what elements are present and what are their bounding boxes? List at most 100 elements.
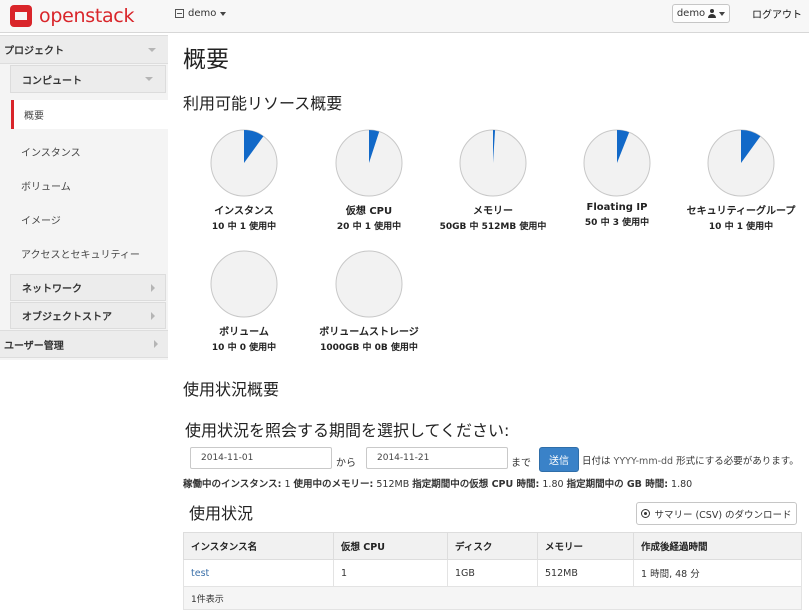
- pie-subtitle: 50GB 中 512MB 使用中: [439, 222, 547, 232]
- sidebar: プロジェクト コンピュート 概要 インスタンス ボリューム イメージ アクセスと…: [0, 35, 168, 360]
- chevron-down-icon: [145, 77, 153, 81]
- cpu-hours-label: 指定期間中の仮想 CPU 時間:: [412, 479, 540, 490]
- sidebar-network-label: ネットワーク: [22, 284, 82, 295]
- logout-link[interactable]: ログアウト: [752, 6, 802, 21]
- table-cell: 1 時間, 48 分: [633, 559, 802, 587]
- limits-heading: 利用可能リソース概要: [183, 94, 343, 113]
- table-footer-row: 1件表示: [183, 586, 802, 610]
- column-header[interactable]: メモリー: [537, 532, 634, 560]
- pie-title: ボリュームストレージ: [319, 327, 419, 338]
- hint-prefix: 日付は: [582, 456, 611, 467]
- pie-title: メモリー: [473, 206, 513, 217]
- sidebar-compute-label: コンピュート: [22, 75, 82, 87]
- table-cell: test: [183, 559, 334, 587]
- active-memory-value: 512MB: [376, 479, 410, 490]
- user-icon: [708, 9, 717, 18]
- pie-subtitle: 10 中 1 使用中: [211, 222, 277, 232]
- chevron-down-icon: [220, 11, 227, 16]
- project-switcher[interactable]: demo: [175, 8, 227, 19]
- sidebar-project-label: プロジェクト: [4, 46, 64, 57]
- gb-hours-label: 指定期間中の GB 時間:: [566, 479, 669, 490]
- table-cell: 1GB: [447, 559, 538, 587]
- pie-chart: [335, 250, 403, 318]
- pie-chart: [459, 129, 527, 197]
- column-header[interactable]: 作成後経過時間: [633, 532, 802, 560]
- column-header[interactable]: 仮想 CPU: [333, 532, 448, 560]
- usage-heading: 使用状況: [189, 504, 254, 523]
- sidebar-item-label: イメージ: [21, 215, 61, 227]
- period-prompt: 使用状況を照会する期間を選択してください:: [185, 421, 510, 440]
- submit-button[interactable]: 送信: [539, 447, 579, 472]
- pie-chart: [210, 250, 278, 318]
- hint-suffix: 形式にする必要があります。: [676, 456, 799, 467]
- pie-background: [210, 250, 278, 318]
- chevron-right-icon: [151, 283, 155, 292]
- limit-pie-volumes: ボリューム 10 中 0 使用中: [179, 249, 309, 353]
- download-csv-label: サマリー (CSV) のダウンロード: [654, 509, 792, 521]
- page-title: 概要: [183, 47, 229, 73]
- sidebar-item-overview[interactable]: 概要: [11, 100, 168, 129]
- pie-title: ボリューム: [219, 327, 269, 338]
- from-label: から: [336, 458, 356, 469]
- table-row: test 1 1GB 512MB 1 時間, 48 分: [183, 559, 802, 587]
- end-date-input[interactable]: [366, 447, 508, 469]
- column-header[interactable]: ディスク: [447, 532, 538, 560]
- pie-subtitle: 20 中 1 使用中: [336, 222, 402, 232]
- limit-pie-memory: メモリー 50GB 中 512MB 使用中: [428, 128, 558, 232]
- sidebar-item-instances[interactable]: インスタンス: [0, 135, 168, 167]
- pie-subtitle: 50 中 3 使用中: [584, 218, 650, 228]
- hint-format: YYYY-mm-dd: [613, 456, 674, 467]
- cpu-hours-value: 1.80: [542, 479, 564, 490]
- pie-title: セキュリティーグループ: [686, 206, 796, 217]
- limit-pie-vcpu: 仮想 CPU 20 中 1 使用中: [304, 128, 434, 232]
- date-format-hint: 日付は YYYY-mm-dd 形式にする必要があります。: [582, 453, 799, 467]
- pie-subtitle: 10 中 0 使用中: [211, 343, 277, 353]
- pie-chart: [707, 129, 775, 197]
- sidebar-compute-header[interactable]: コンピュート: [10, 65, 166, 93]
- pie-background: [335, 250, 403, 318]
- sidebar-object-store-header[interactable]: オブジェクトストア: [10, 302, 166, 329]
- start-date-input[interactable]: [190, 447, 332, 469]
- openstack-logo[interactable]: openstack: [10, 3, 134, 29]
- sidebar-item-volumes[interactable]: ボリューム: [0, 169, 168, 201]
- limit-pie-volume-storage: ボリュームストレージ 1000GB 中 0B 使用中: [304, 249, 434, 353]
- sidebar-item-label: ボリューム: [21, 181, 71, 193]
- sidebar-project-header[interactable]: プロジェクト: [0, 35, 168, 64]
- user-menu-button[interactable]: demo: [672, 4, 730, 23]
- column-header[interactable]: インスタンス名: [183, 532, 334, 560]
- usage-summary-heading: 使用状況概要: [183, 380, 280, 399]
- project-box-icon: [175, 9, 184, 18]
- download-icon: [641, 509, 651, 518]
- chevron-down-icon: [719, 11, 726, 16]
- limit-pie-floating-ip: Floating IP 50 中 3 使用中: [552, 128, 682, 228]
- usage-table: インスタンス名 仮想 CPU ディスク メモリー 作成後経過時間 test 1 …: [183, 532, 802, 610]
- sidebar-user-admin-label: ユーザー管理: [4, 340, 64, 352]
- user-name: demo: [676, 8, 706, 19]
- sidebar-item-label: アクセスとセキュリティー: [21, 249, 140, 261]
- limit-pie-instances: インスタンス 10 中 1 使用中: [179, 128, 309, 232]
- active-instances-label: 稼働中のインスタンス:: [183, 479, 282, 490]
- sidebar-item-images[interactable]: イメージ: [0, 203, 168, 235]
- logo-text: openstack: [39, 5, 135, 27]
- sidebar-item-label: インスタンス: [21, 147, 81, 159]
- openstack-logo-icon: [10, 5, 32, 27]
- instance-link[interactable]: test: [191, 568, 209, 579]
- pie-subtitle: 1000GB 中 0B 使用中: [320, 343, 418, 353]
- project-name: demo: [188, 8, 217, 19]
- pie-chart: [583, 129, 651, 197]
- until-label: まで: [511, 458, 531, 469]
- sidebar-network-header[interactable]: ネットワーク: [10, 274, 166, 301]
- chevron-down-icon: [148, 47, 156, 52]
- limit-pie-security-groups: セキュリティーグループ 10 中 1 使用中: [676, 128, 806, 232]
- pie-subtitle: 10 中 1 使用中: [708, 222, 774, 232]
- download-csv-button[interactable]: サマリー (CSV) のダウンロード: [636, 502, 797, 525]
- sidebar-user-admin-header[interactable]: ユーザー管理: [0, 330, 168, 358]
- chevron-right-icon: [151, 311, 155, 320]
- sidebar-item-access-security[interactable]: アクセスとセキュリティー: [0, 237, 168, 269]
- table-header-row: インスタンス名 仮想 CPU ディスク メモリー 作成後経過時間: [183, 532, 802, 560]
- pie-chart: [210, 129, 278, 197]
- pie-title: インスタンス: [214, 206, 274, 217]
- sidebar-object-store-label: オブジェクトストア: [22, 312, 112, 323]
- table-cell: 1: [333, 559, 448, 587]
- table-cell: 512MB: [537, 559, 634, 587]
